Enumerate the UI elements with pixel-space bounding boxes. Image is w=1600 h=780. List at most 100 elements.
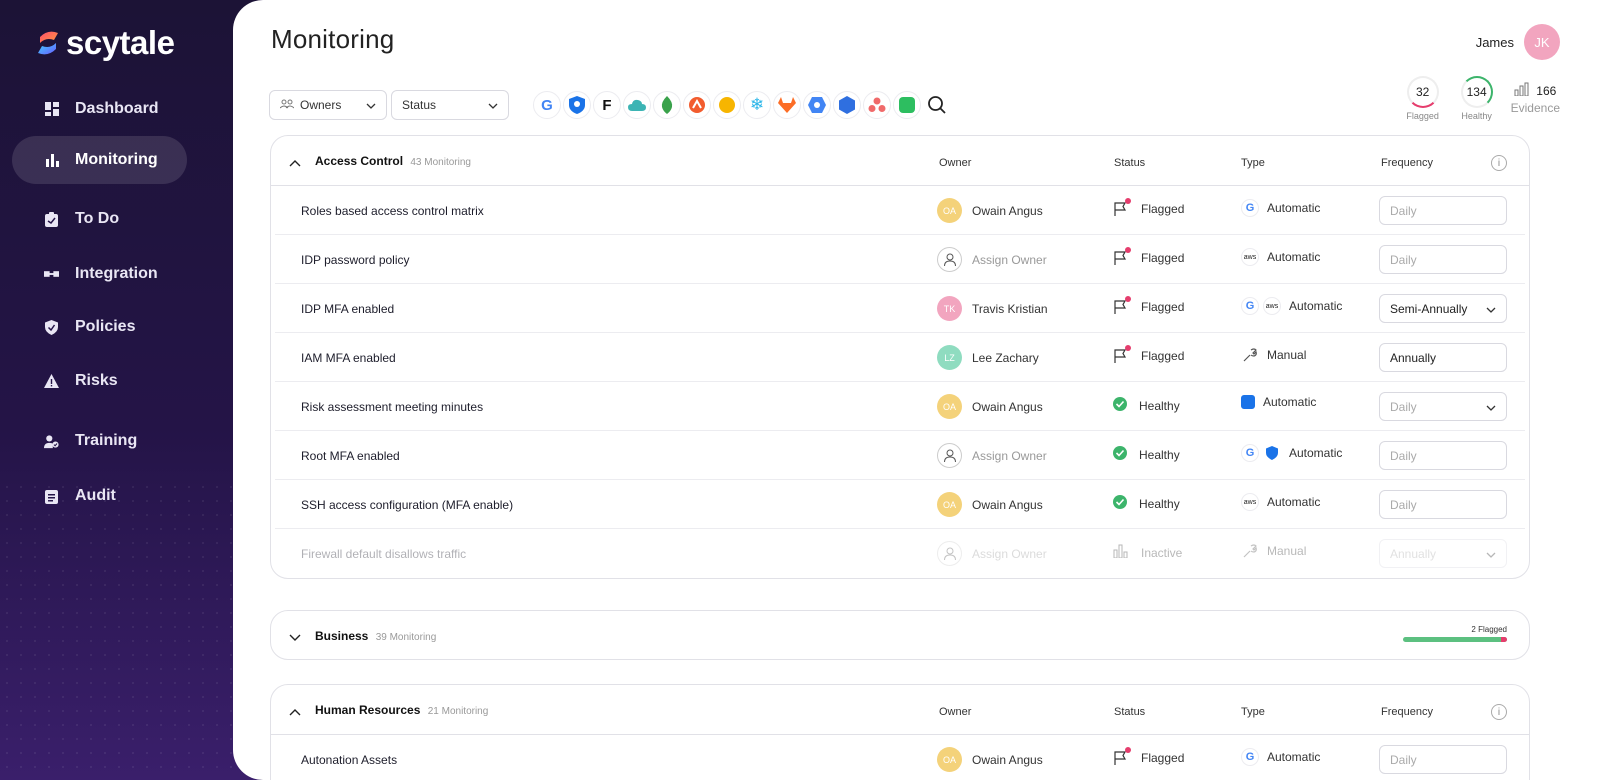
owner-cell[interactable]: LZ Lee Zachary — [937, 345, 1039, 370]
miro-icon[interactable] — [713, 91, 741, 119]
section-header[interactable]: Business 39 Monitoring 2 Flagged — [271, 611, 1529, 661]
owner-name: Assign Owner — [972, 448, 1047, 463]
people-icon — [279, 98, 295, 112]
table-row[interactable]: Autonation Assets OA Owain Angus Flagged G Au… — [275, 735, 1525, 780]
section-header[interactable]: Human Resources 21 Monitoring Owner Stat… — [271, 685, 1529, 735]
flagged-label: Flagged — [1406, 111, 1439, 121]
control-name[interactable]: Risk assessment meeting minutes — [301, 400, 483, 414]
frequency-select[interactable]: Annually — [1379, 343, 1507, 372]
search-icon[interactable] — [923, 91, 951, 119]
main-panel: Monitoring James JK Owners Status G F ❄ 32… — [233, 0, 1600, 780]
control-name[interactable]: Firewall default disallows traffic — [301, 547, 466, 561]
column-header-status[interactable]: Status — [1114, 706, 1145, 718]
sidebar-item-audit[interactable]: Audit — [12, 472, 187, 520]
column-header-status[interactable]: Status — [1114, 157, 1145, 169]
frequency-value: Semi-Annually — [1390, 301, 1468, 316]
cloud-icon[interactable] — [623, 91, 651, 119]
owner-cell[interactable]: OA Owain Angus — [937, 492, 1043, 517]
cube-icon[interactable] — [833, 91, 861, 119]
owner-cell[interactable]: OA Owain Angus — [937, 747, 1043, 772]
table-row[interactable]: SSH access configuration (MFA enable) OA O… — [275, 480, 1525, 529]
table-row[interactable]: IDP MFA enabled TK Travis Kristian Flagged G… — [275, 284, 1525, 333]
healthy-stat[interactable]: 134 Healthy — [1457, 74, 1497, 121]
sidebar-item-policies[interactable]: Policies — [12, 303, 187, 351]
table-row[interactable]: IDP password policy Assign Owner Flagged aw… — [275, 235, 1525, 284]
info-icon[interactable]: i — [1491, 155, 1507, 171]
shield-icon[interactable] — [563, 91, 591, 119]
user-menu[interactable]: James JK — [1476, 24, 1560, 60]
control-name[interactable]: IDP password policy — [301, 253, 410, 267]
owner-cell[interactable]: OA Owain Angus — [937, 394, 1043, 419]
integration-icon — [44, 267, 59, 282]
frequency-value: Daily — [1390, 252, 1417, 267]
evidence-label: Evidence — [1510, 101, 1560, 115]
status-filter[interactable]: Status — [391, 90, 509, 120]
chevron-up-icon[interactable] — [289, 703, 301, 716]
audit-icon — [44, 489, 59, 504]
section-header[interactable]: Access Control 43 Monitoring Owner Statu… — [271, 136, 1529, 186]
column-header-frequency[interactable]: Frequency — [1381, 706, 1433, 718]
type-label: Automatic — [1263, 395, 1317, 409]
assign-owner-button[interactable]: Assign Owner — [937, 247, 1047, 272]
sidebar-item-training[interactable]: Training — [12, 417, 187, 465]
shield-icon — [1263, 444, 1281, 462]
gcp-icon[interactable] — [803, 91, 831, 119]
gitlab-icon[interactable] — [773, 91, 801, 119]
info-icon[interactable]: i — [1491, 704, 1507, 720]
evidence-stat[interactable]: 166 Evidence — [1511, 82, 1560, 115]
assign-owner-button[interactable]: Assign Owner — [937, 443, 1047, 468]
frequency-select[interactable]: Daily — [1379, 196, 1507, 225]
figma-icon[interactable]: F — [593, 91, 621, 119]
chevron-down-icon[interactable] — [289, 629, 301, 641]
sidebar-item-monitoring[interactable]: Monitoring — [12, 136, 187, 184]
control-name[interactable]: Roles based access control matrix — [301, 204, 484, 218]
healthy-label: Healthy — [1461, 111, 1492, 121]
column-header-frequency[interactable]: Frequency — [1381, 157, 1433, 169]
owner-cell[interactable]: OA Owain Angus — [937, 198, 1043, 223]
asana-icon[interactable] — [863, 91, 891, 119]
chevron-up-icon[interactable] — [289, 154, 301, 167]
logo-icon — [36, 27, 60, 59]
frequency-select[interactable]: Daily — [1379, 441, 1507, 470]
table-row[interactable]: IAM MFA enabled LZ Lee Zachary Flagged Manua… — [275, 333, 1525, 382]
control-name[interactable]: Root MFA enabled — [301, 449, 400, 463]
type-label: Automatic — [1267, 201, 1321, 215]
control-name[interactable]: SSH access configuration (MFA enable) — [301, 498, 513, 512]
warning-icon — [44, 374, 59, 389]
owners-filter[interactable]: Owners — [269, 90, 387, 120]
column-header-type[interactable]: Type — [1241, 706, 1265, 718]
table-row[interactable]: Firewall default disallows traffic Assign… — [275, 529, 1525, 578]
column-header-owner[interactable]: Owner — [939, 706, 971, 718]
control-name[interactable]: IDP MFA enabled — [301, 302, 394, 316]
frequency-select[interactable]: Daily — [1379, 745, 1507, 774]
table-row[interactable]: Root MFA enabled Assign Owner Healthy G Auto… — [275, 431, 1525, 480]
column-header-owner[interactable]: Owner — [939, 157, 971, 169]
table-row[interactable]: Risk assessment meeting minutes OA Owain A… — [275, 382, 1525, 431]
frequency-select[interactable]: Annually — [1379, 539, 1507, 568]
owner-cell[interactable]: TK Travis Kristian — [937, 296, 1048, 321]
snowflake-icon[interactable]: ❄ — [743, 91, 771, 119]
frequency-select[interactable]: Daily — [1379, 392, 1507, 421]
owner-name: Assign Owner — [972, 546, 1047, 561]
sidebar-item-dashboard[interactable]: Dashboard — [12, 85, 187, 133]
frequency-select[interactable]: Daily — [1379, 490, 1507, 519]
column-header-type[interactable]: Type — [1241, 157, 1265, 169]
table-row[interactable]: Roles based access control matrix OA Owain… — [275, 186, 1525, 235]
evernote-icon[interactable] — [893, 91, 921, 119]
avatar[interactable]: JK — [1524, 24, 1560, 60]
control-name[interactable]: IAM MFA enabled — [301, 351, 396, 365]
control-name[interactable]: Autonation Assets — [301, 753, 397, 767]
sidebar-item-risks[interactable]: Risks — [12, 357, 187, 405]
brand-logo[interactable]: scytale — [36, 24, 175, 62]
flagged-stat[interactable]: 32 Flagged — [1403, 74, 1443, 121]
atlassian-icon[interactable] — [683, 91, 711, 119]
sidebar-item-to-do[interactable]: To Do — [12, 195, 187, 243]
assign-owner-button[interactable]: Assign Owner — [937, 541, 1047, 566]
frequency-select[interactable]: Daily — [1379, 245, 1507, 274]
google-icon[interactable]: G — [533, 91, 561, 119]
status-label: Healthy — [1139, 398, 1180, 413]
frequency-select[interactable]: Semi-Annually — [1379, 294, 1507, 323]
sidebar-item-integration[interactable]: Integration — [12, 250, 187, 298]
mongodb-icon[interactable] — [653, 91, 681, 119]
sidebar-item-label: Risks — [75, 372, 118, 389]
